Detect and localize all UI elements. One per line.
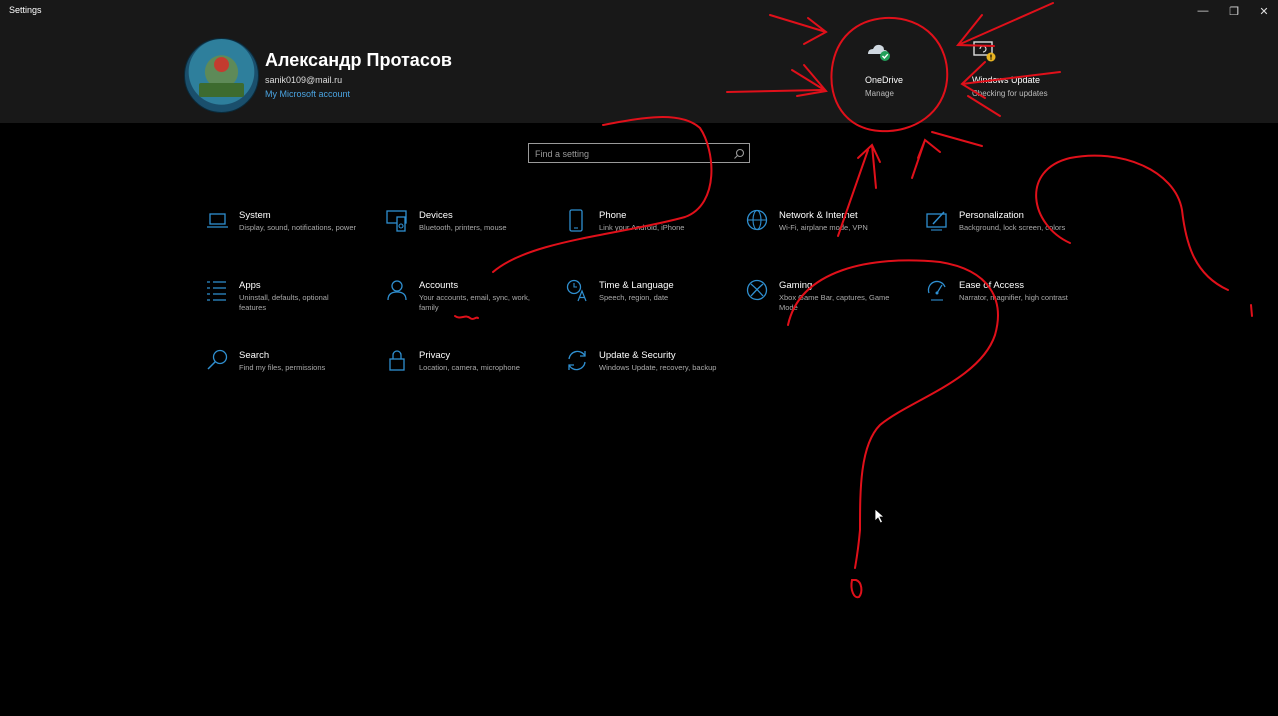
lock-icon <box>386 349 410 373</box>
category-title: Apps <box>239 280 261 291</box>
category-title: Devices <box>419 210 453 221</box>
category-desc: Location, camera, microphone <box>419 363 520 372</box>
window-title: Settings <box>9 5 42 15</box>
search-input[interactable] <box>535 147 725 160</box>
category-desc: Narrator, magnifier, high contrast <box>959 293 1068 302</box>
category-desc: Speech, region, date <box>599 293 669 302</box>
category-desc: Display, sound, notifications, power <box>239 223 357 232</box>
avatar[interactable] <box>184 38 259 113</box>
category-network[interactable]: Network & Internet Wi-Fi, airplane mode,… <box>746 209 916 259</box>
apps-list-icon <box>206 279 230 303</box>
windows-update-title: Windows Update <box>972 75 1041 85</box>
category-desc: Bluetooth, printers, mouse <box>419 223 507 232</box>
globe-icon <box>746 209 770 233</box>
category-desc: Windows Update, recovery, backup <box>599 363 717 372</box>
sync-icon <box>566 349 590 373</box>
category-desc: Link your Android, iPhone <box>599 223 685 232</box>
category-desc: Xbox Game Bar, captures, Game Mode <box>779 293 890 312</box>
category-title: Update & Security <box>599 350 676 361</box>
mouse-cursor-icon <box>874 508 886 524</box>
find-setting-search[interactable] <box>528 143 750 163</box>
user-name: Александр Протасов <box>265 50 452 70</box>
category-title: Phone <box>599 210 627 221</box>
category-desc: Your accounts, email, sync, work, family <box>419 293 531 312</box>
magnifier-icon[interactable] <box>733 147 745 159</box>
category-title: Gaming <box>779 280 813 291</box>
my-microsoft-account-link[interactable]: My Microsoft account <box>265 89 350 99</box>
category-title: Personalization <box>959 210 1024 221</box>
category-accounts[interactable]: Accounts Your accounts, email, sync, wor… <box>386 279 556 329</box>
category-title: Ease of Access <box>959 280 1024 291</box>
laptop-icon <box>206 209 230 233</box>
search-icon <box>206 349 230 373</box>
onedrive-icon <box>865 40 891 62</box>
user-email: sanik0109@mail.ru <box>265 75 343 85</box>
category-title: Accounts <box>419 280 459 291</box>
category-gaming[interactable]: Gaming Xbox Game Bar, captures, Game Mod… <box>746 279 916 329</box>
category-title: Privacy <box>419 350 451 361</box>
devices-icon <box>386 209 410 233</box>
time-language-icon <box>566 279 590 303</box>
category-update-security[interactable]: Update & Security Windows Update, recove… <box>566 349 736 399</box>
personalization-icon <box>926 209 950 233</box>
category-title: Time & Language <box>599 280 674 291</box>
category-privacy[interactable]: Privacy Location, camera, microphone <box>386 349 556 399</box>
category-desc: Wi-Fi, airplane mode, VPN <box>779 223 868 232</box>
category-desc: Find my files, permissions <box>239 363 326 372</box>
category-devices[interactable]: Devices Bluetooth, printers, mouse <box>386 209 556 259</box>
phone-icon <box>566 209 590 233</box>
category-desc: Background, lock screen, colors <box>959 223 1066 232</box>
category-title: System <box>239 210 271 221</box>
category-title: Search <box>239 350 270 361</box>
title-bar: Settings — ❐ ✕ <box>0 0 1278 22</box>
category-desc: Uninstall, defaults, optional features <box>239 293 329 312</box>
minimize-button[interactable]: — <box>1188 0 1218 22</box>
category-phone[interactable]: Phone Link your Android, iPhone <box>566 209 736 259</box>
person-icon <box>386 279 410 303</box>
xbox-icon <box>746 279 770 303</box>
onedrive-subtitle: Manage <box>865 89 894 98</box>
category-apps[interactable]: Apps Uninstall, defaults, optional featu… <box>206 279 376 329</box>
category-personalization[interactable]: Personalization Background, lock screen,… <box>926 209 1096 259</box>
windows-update-icon <box>972 40 998 62</box>
maximize-button[interactable]: ❐ <box>1219 0 1249 22</box>
category-ease-of-access[interactable]: Ease of Access Narrator, magnifier, high… <box>926 279 1096 329</box>
ease-of-access-icon <box>926 279 950 303</box>
close-button[interactable]: ✕ <box>1249 0 1278 22</box>
category-system[interactable]: System Display, sound, notifications, po… <box>206 209 376 259</box>
category-time-language[interactable]: Time & Language Speech, region, date <box>566 279 736 329</box>
category-title: Network & Internet <box>779 210 858 221</box>
onedrive-title: OneDrive <box>865 75 904 85</box>
category-search[interactable]: Search Find my files, permissions <box>206 349 376 399</box>
windows-update-subtitle: Checking for updates <box>972 89 1048 98</box>
